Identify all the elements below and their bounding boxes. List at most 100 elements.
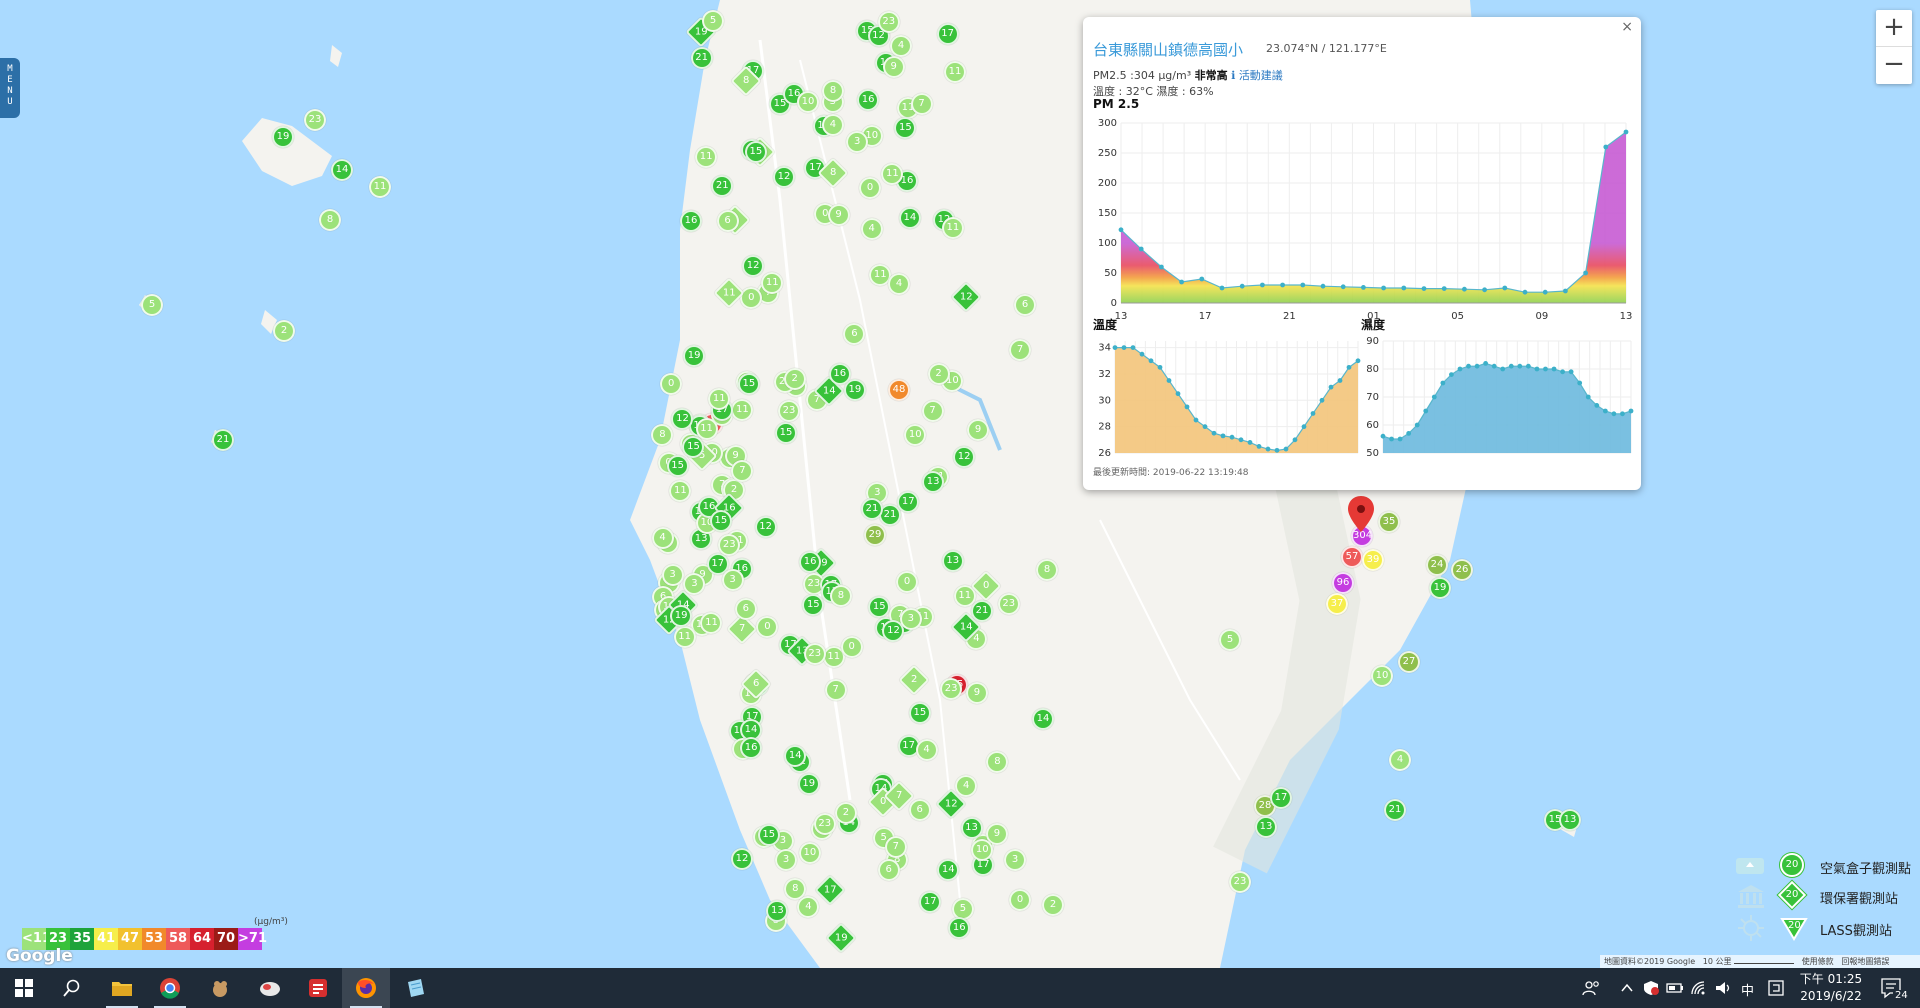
people-icon[interactable] <box>1582 980 1600 996</box>
station-marker[interactable]: 8 <box>319 209 341 231</box>
station-marker[interactable]: 7 <box>824 678 847 701</box>
selected-station-pin-icon[interactable] <box>1348 496 1374 532</box>
station-marker[interactable]: 8 <box>1036 559 1058 581</box>
station-marker[interactable]: 7 <box>921 400 944 423</box>
station-marker[interactable]: 23 <box>803 643 826 666</box>
station-marker[interactable]: 4 <box>915 739 938 762</box>
station-marker[interactable]: 0 <box>660 372 683 395</box>
station-marker[interactable]: 7 <box>1009 339 1031 361</box>
station-marker[interactable]: 15 <box>744 141 767 164</box>
station-marker[interactable]: 17 <box>1270 787 1292 809</box>
station-marker[interactable]: 6 <box>877 859 900 882</box>
station-marker[interactable]: 5 <box>1219 629 1241 651</box>
station-marker[interactable]: 27 <box>1398 651 1420 673</box>
station-marker[interactable]: 19 <box>797 773 820 796</box>
station-marker[interactable]: 7 <box>910 93 933 116</box>
station-marker[interactable]: 14 <box>331 159 353 181</box>
station-marker[interactable]: 11 <box>941 216 964 239</box>
station-marker[interactable]: 10 <box>904 423 927 446</box>
station-marker[interactable]: 9 <box>882 55 905 78</box>
firefox-button[interactable] <box>342 968 390 1008</box>
station-marker[interactable]: 6 <box>716 210 739 233</box>
station-marker[interactable]: 2 <box>1042 894 1064 916</box>
station-marker[interactable]: 11 <box>695 417 718 440</box>
station-marker[interactable]: 15 <box>737 373 760 396</box>
chevron-up-icon[interactable] <box>1620 982 1634 994</box>
chrome-button[interactable] <box>146 968 194 1008</box>
station-marker[interactable]: 12 <box>731 847 753 870</box>
station-marker[interactable]: 15 <box>775 421 798 444</box>
station-marker[interactable]: 21 <box>1384 799 1406 821</box>
station-marker[interactable]: 13 <box>766 899 789 922</box>
google-logo[interactable]: Google <box>6 946 73 966</box>
station-marker[interactable]: 23 <box>304 109 326 131</box>
station-marker[interactable]: 6 <box>908 799 931 822</box>
station-marker[interactable]: 16 <box>857 88 880 111</box>
station-marker[interactable]: 2 <box>834 801 857 824</box>
station-marker[interactable]: 3 <box>899 608 922 631</box>
station-marker[interactable]: 0 <box>896 570 919 593</box>
station-marker[interactable]: 5 <box>141 294 163 316</box>
station-marker[interactable]: 23 <box>777 399 800 422</box>
report-error-link[interactable]: 回報地圖錯誤 <box>1841 957 1889 966</box>
volume-icon[interactable] <box>1714 980 1732 996</box>
station-marker[interactable]: 5 <box>702 9 725 32</box>
station-marker[interactable]: 8 <box>829 584 852 607</box>
start-button[interactable] <box>0 968 48 1008</box>
station-marker[interactable]: 2 <box>927 362 950 385</box>
station-marker[interactable]: 35 <box>1378 511 1400 533</box>
station-marker[interactable]: 12 <box>754 516 777 539</box>
station-marker[interactable]: 19 <box>272 126 294 148</box>
ime-mode-icon[interactable] <box>1768 980 1784 996</box>
station-marker[interactable]: 4 <box>821 114 844 137</box>
station-marker[interactable]: 21 <box>690 47 713 70</box>
station-marker[interactable]: 9 <box>967 419 989 441</box>
station-marker[interactable]: 11 <box>369 176 391 198</box>
station-marker[interactable]: 4 <box>860 217 883 240</box>
station-marker[interactable]: 15 <box>757 823 780 846</box>
station-marker[interactable]: 19 <box>1429 577 1451 599</box>
station-marker[interactable]: 23 <box>813 812 836 835</box>
station-marker[interactable]: 0 <box>756 615 779 638</box>
station-marker[interactable]: 0 <box>840 635 863 658</box>
station-marker[interactable]: 0 <box>859 176 882 199</box>
station-marker[interactable]: 4 <box>888 272 911 295</box>
station-marker[interactable]: 3 <box>1004 849 1026 871</box>
station-marker[interactable]: 6 <box>1014 294 1036 316</box>
station-marker[interactable]: 14 <box>937 858 960 881</box>
station-marker[interactable]: 23 <box>877 10 900 33</box>
station-marker[interactable]: 9 <box>827 204 850 227</box>
station-marker[interactable]: 96 <box>1332 572 1354 594</box>
station-marker[interactable]: 11 <box>695 145 718 168</box>
station-marker[interactable]: 15 <box>666 455 689 478</box>
zoom-out-button[interactable]: − <box>1876 47 1912 84</box>
station-marker[interactable]: 37 <box>1326 593 1348 615</box>
station-marker[interactable]: 4 <box>651 527 674 550</box>
station-marker[interactable]: 13 <box>1255 816 1277 838</box>
app-squirrel-button[interactable] <box>196 968 244 1008</box>
station-marker[interactable]: 16 <box>740 737 763 759</box>
station-marker[interactable]: 0 <box>740 286 763 309</box>
wifi-icon[interactable] <box>1690 980 1708 996</box>
search-button[interactable] <box>48 968 96 1008</box>
station-marker[interactable]: 26 <box>1451 559 1473 581</box>
station-marker[interactable]: 4 <box>1389 749 1411 771</box>
app-red-button[interactable] <box>294 968 342 1008</box>
station-marker[interactable]: 3 <box>846 130 869 153</box>
station-marker[interactable]: 11 <box>761 271 784 294</box>
station-marker[interactable]: 14 <box>1032 708 1054 730</box>
station-marker[interactable]: 11 <box>669 479 692 502</box>
station-marker[interactable]: 39 <box>1362 549 1384 571</box>
app-notes-button[interactable] <box>392 968 440 1008</box>
station-marker[interactable]: 3 <box>721 568 744 591</box>
system-clock[interactable]: 下午 01:25 2019/6/22 <box>1796 971 1866 1005</box>
menu-tab[interactable]: MENU <box>0 58 20 118</box>
station-marker[interactable]: 23 <box>1229 871 1251 893</box>
station-marker[interactable]: 7 <box>884 835 907 858</box>
station-marker[interactable]: 57 <box>1341 546 1363 568</box>
station-marker[interactable]: 8 <box>822 79 845 102</box>
station-marker[interactable]: 29 <box>864 524 886 546</box>
station-marker[interactable]: 48 <box>888 379 910 401</box>
station-marker[interactable]: 23 <box>997 592 1020 615</box>
station-marker[interactable]: 11 <box>673 626 696 649</box>
